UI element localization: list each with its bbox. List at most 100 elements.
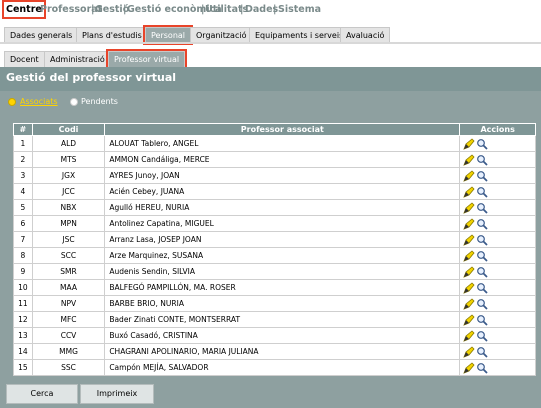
search-icon[interactable] xyxy=(476,138,488,150)
search-icon[interactable] xyxy=(476,218,488,230)
edit-pencil-icon[interactable] xyxy=(463,153,475,166)
edit-pencil-icon[interactable] xyxy=(463,217,475,230)
search-icon[interactable] xyxy=(476,186,488,198)
edit-pencil-icon[interactable] xyxy=(463,185,475,198)
tab-professor-virtual[interactable]: Professor virtual xyxy=(105,49,188,69)
edit-pencil-icon[interactable] xyxy=(463,329,475,342)
nav-separator: | xyxy=(91,4,95,15)
bottom-toolbar: Cerca Imprimeix xyxy=(0,380,541,408)
row-actions xyxy=(459,279,536,296)
row-professor-name: Buxó Casadó, CRISTINA xyxy=(104,327,461,344)
tab-administracio[interactable]: Administració xyxy=(44,51,111,67)
radio-pendents[interactable] xyxy=(70,98,78,106)
row-number: 12 xyxy=(13,311,33,328)
filter-associats-label[interactable]: Associats xyxy=(20,97,58,106)
search-icon[interactable] xyxy=(476,346,488,358)
table-row: 5 NBX Agulló HEREU, NURIA xyxy=(13,199,536,216)
edit-pencil-icon[interactable] xyxy=(463,249,475,262)
table-row: 13 CCV Buxó Casadó, CRISTINA xyxy=(13,327,536,344)
row-actions xyxy=(459,327,536,344)
table-row: 15 SSC Campón MEJÍA, SALVADOR xyxy=(13,359,536,376)
search-icon[interactable] xyxy=(476,154,488,166)
top-navigation: Centre Professorat | Gestió | Gestió eco… xyxy=(0,0,541,22)
row-codi: MFC xyxy=(31,311,106,328)
row-actions xyxy=(459,215,536,232)
edit-pencil-icon[interactable] xyxy=(463,361,475,374)
row-actions xyxy=(459,135,536,152)
column-header-accions: Accions xyxy=(459,123,536,136)
row-professor-name: Agulló HEREU, NURIA xyxy=(104,199,461,216)
row-codi: JSC xyxy=(31,231,106,248)
column-header-professor[interactable]: Professor associat xyxy=(104,123,461,136)
row-codi: SSC xyxy=(31,359,106,376)
row-number: 1 xyxy=(13,135,33,152)
row-actions xyxy=(459,343,536,360)
edit-pencil-icon[interactable] xyxy=(463,137,475,150)
nav-item-sistema[interactable]: Sistema xyxy=(278,2,321,17)
table-row: 14 MMG CHAGRANI APOLINARIO, MARIA JULIANA xyxy=(13,343,536,360)
section-title-bar: Gestió del professor virtual xyxy=(0,67,541,91)
nav-separator: | xyxy=(201,4,205,15)
row-number: 8 xyxy=(13,247,33,264)
edit-pencil-icon[interactable] xyxy=(463,345,475,358)
row-codi: ALD xyxy=(31,135,106,152)
row-professor-name: BARBE BRIO, NURIA xyxy=(104,295,461,312)
row-number: 11 xyxy=(13,295,33,312)
primary-tabs: Dades generals Plans d'estudis Personal … xyxy=(0,22,541,45)
tab-docent[interactable]: Docent xyxy=(4,51,45,67)
page-title: Gestió del professor virtual xyxy=(6,71,177,84)
tab-avaluacio[interactable]: Avaluació xyxy=(340,27,391,43)
row-number: 2 xyxy=(13,151,33,168)
search-icon[interactable] xyxy=(476,170,488,182)
edit-pencil-icon[interactable] xyxy=(463,201,475,214)
radio-associats[interactable] xyxy=(8,98,16,106)
search-icon[interactable] xyxy=(476,314,488,326)
search-icon[interactable] xyxy=(476,250,488,262)
row-number: 3 xyxy=(13,167,33,184)
search-icon[interactable] xyxy=(476,298,488,310)
row-codi: SMR xyxy=(31,263,106,280)
print-button[interactable]: Imprimeix xyxy=(80,384,154,404)
edit-pencil-icon[interactable] xyxy=(463,233,475,246)
search-icon[interactable] xyxy=(476,330,488,342)
tab-personal[interactable]: Personal xyxy=(142,25,194,45)
row-codi: MMG xyxy=(31,343,106,360)
search-button[interactable]: Cerca xyxy=(6,384,78,404)
tab-dades-generals[interactable]: Dades generals xyxy=(4,27,79,43)
edit-pencil-icon[interactable] xyxy=(463,297,475,310)
edit-pencil-icon[interactable] xyxy=(463,265,475,278)
row-professor-name: Bader Zinati CONTE, MONTSERRAT xyxy=(104,311,461,328)
tab-plans-estudis[interactable]: Plans d'estudis xyxy=(76,27,148,43)
row-codi: SCC xyxy=(31,247,106,264)
tab-divider xyxy=(0,42,541,44)
column-header-number: # xyxy=(13,123,33,136)
row-professor-name: BALFEGÓ PAMPILLÓN, MA. ROSER xyxy=(104,279,461,296)
row-codi: NPV xyxy=(31,295,106,312)
row-number: 5 xyxy=(13,199,33,216)
edit-pencil-icon[interactable] xyxy=(463,169,475,182)
tab-equipaments-serveis[interactable]: Equipaments i serveis xyxy=(249,27,350,43)
row-professor-name: Arranz Lasa, JOSEP JOAN xyxy=(104,231,461,248)
row-actions xyxy=(459,199,536,216)
table-row: 6 MPN Antolinez Capatina, MIGUEL xyxy=(13,215,536,232)
table-row: 9 SMR Audenis Sendin, SILVIA xyxy=(13,263,536,280)
search-icon[interactable] xyxy=(476,362,488,374)
column-header-codi[interactable]: Codi xyxy=(31,123,106,136)
row-number: 14 xyxy=(13,343,33,360)
row-actions xyxy=(459,231,536,248)
filter-bar: Associats Pendents xyxy=(0,91,541,115)
edit-pencil-icon[interactable] xyxy=(463,281,475,294)
table-row: 8 SCC Arze Marquinez, SUSANA xyxy=(13,247,536,264)
filter-pendents-label[interactable]: Pendents xyxy=(81,97,118,106)
table-row: 7 JSC Arranz Lasa, JOSEP JOAN xyxy=(13,231,536,248)
search-icon[interactable] xyxy=(476,202,488,214)
search-icon[interactable] xyxy=(476,234,488,246)
row-actions xyxy=(459,263,536,280)
nav-separator: | xyxy=(240,4,244,15)
table-row: 1 ALD ALOUAT Tablero, ANGEL xyxy=(13,135,536,152)
search-icon[interactable] xyxy=(476,282,488,294)
table-row: 3 JGX AYRES Junoy, JOAN xyxy=(13,167,536,184)
search-icon[interactable] xyxy=(476,266,488,278)
tab-organitzacio[interactable]: Organització xyxy=(190,27,253,43)
edit-pencil-icon[interactable] xyxy=(463,313,475,326)
